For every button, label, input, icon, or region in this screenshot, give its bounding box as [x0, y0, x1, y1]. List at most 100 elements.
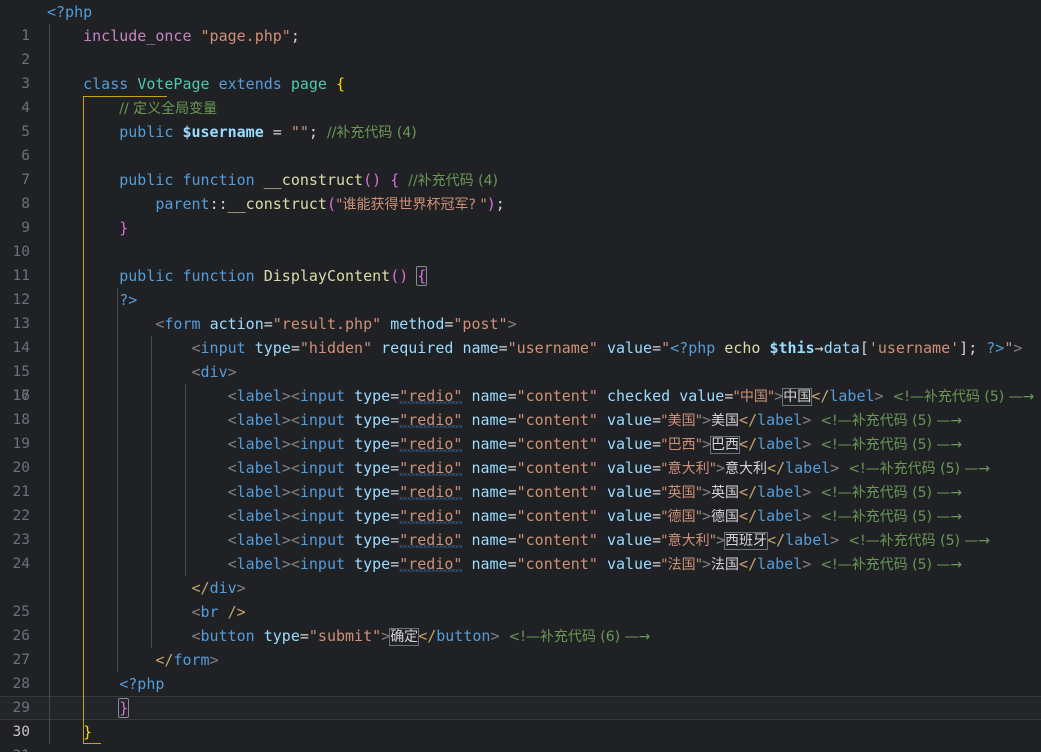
line-number: 17: [12, 388, 30, 404]
token-equals: =: [652, 411, 662, 429]
code-line[interactable]: 9 parent::__construct("谁能获得世界杯冠军? ");: [0, 192, 1041, 236]
token-attr-value-redio: "redio": [399, 531, 463, 549]
token-angle-open: <: [290, 555, 300, 573]
token-attr-value: "content": [516, 483, 598, 501]
token-attr-value-name: value: [679, 387, 725, 405]
token-attr-type: type: [254, 339, 291, 357]
token-angle-close: >: [281, 435, 291, 453]
code-line[interactable]: 22 <label><input type="redio" name="cont…: [0, 504, 1041, 528]
token-angle-close: >: [236, 579, 246, 597]
code-editor[interactable]: 1 <?php 2 include_once "page.php"; 3 4 c…: [0, 0, 1041, 752]
code-line[interactable]: 1 <?php: [0, 0, 1041, 44]
code-line[interactable]: 18 <label><input type="redio" name="cont…: [0, 408, 1041, 432]
code-line[interactable]: 2 include_once "page.php";: [0, 24, 1041, 68]
token-equals: =: [507, 435, 517, 453]
line-content: <div>: [47, 360, 237, 384]
token-angle-close: >: [702, 507, 712, 525]
token-radio-label: 美国: [711, 413, 740, 429]
token-tag-div: div: [209, 579, 237, 597]
token-parens: (): [390, 267, 409, 285]
token-closing-slash: </: [191, 579, 210, 597]
token-array-key: 'username': [868, 339, 960, 357]
code-line[interactable]: 25 </div>: [0, 576, 1041, 620]
token-attr-value-name: value: [606, 483, 653, 501]
token-angle-close: >: [774, 387, 784, 405]
code-line-active[interactable]: 30 }: [0, 696, 1041, 740]
token-attr-checked: checked: [606, 387, 671, 405]
token-attr-name: name: [471, 531, 508, 549]
code-line[interactable]: 16 <div>: [0, 360, 1041, 404]
line-content: include_once "page.php";: [47, 24, 300, 48]
token-angle-close: >: [281, 387, 291, 405]
token-attr-type: type: [263, 627, 300, 645]
code-line[interactable]: 14 <form action="result.php" method="pos…: [0, 312, 1041, 356]
code-line[interactable]: 4 class VotePage extends page {: [0, 72, 1041, 116]
token-attr-value: "content": [516, 411, 598, 429]
code-line[interactable]: 13 ?>: [0, 288, 1041, 332]
code-line[interactable]: 11: [0, 240, 1041, 284]
code-line[interactable]: 20 <label><input type="redio" name="cont…: [0, 456, 1041, 480]
code-line[interactable]: 24 <label><input type="redio" name="cont…: [0, 552, 1041, 576]
token-comment: <!—补充代码 (5) —→: [892, 389, 1035, 405]
token-angle-close: >: [381, 627, 391, 645]
code-line[interactable]: 19 <label><input type="redio" name="cont…: [0, 432, 1041, 456]
code-line[interactable]: 6 public $username = ""; //补充代码 (4): [0, 120, 1041, 164]
token-closing-slash: </: [739, 507, 758, 525]
line-content: <label><input type="redio" name="content…: [47, 432, 962, 457]
token-closing-slash: </: [739, 483, 758, 501]
token-function-keyword: function: [182, 171, 255, 189]
token-closing-slash: </: [767, 531, 786, 549]
token-radio-label: 巴西: [710, 436, 741, 454]
token-string: "page.php": [200, 27, 291, 45]
token-attr-value-name: value: [606, 435, 653, 453]
code-line[interactable]: 10 }: [0, 216, 1041, 260]
code-line[interactable]: 3: [0, 48, 1041, 92]
code-line[interactable]: 27 <button type="submit">确定</button> <!—…: [0, 624, 1041, 668]
token-comment: <!—补充代码 (5) —→: [848, 533, 991, 549]
code-line[interactable]: 8 public function __construct() { //补充代码…: [0, 168, 1041, 212]
token-radio-value: "巴西": [661, 437, 703, 453]
token-radio-label: 德国: [711, 509, 740, 525]
line-content: </form>: [47, 648, 219, 672]
line-content: <input type="hidden" required name="user…: [47, 336, 1023, 360]
token-radio-value: "意大利": [661, 461, 717, 477]
token-equals: =: [507, 531, 517, 549]
line-content: public function DisplayContent() {: [47, 264, 428, 288]
token-angle-close: >: [802, 555, 812, 573]
line-content: <form action="result.php" method="post">: [47, 312, 516, 336]
token-php-close: ?>: [986, 339, 1005, 357]
token-attr-type: type: [354, 555, 391, 573]
token-self-close: />: [227, 603, 246, 621]
code-line[interactable]: 12 public function DisplayContent() {: [0, 264, 1041, 308]
code-line[interactable]: 26 <br />: [0, 600, 1041, 644]
token-tag-input: input: [299, 531, 346, 549]
token-comment: // 定义全局变量: [119, 101, 218, 117]
code-line[interactable]: 7: [0, 144, 1041, 188]
code-line[interactable]: 15 <input type="hidden" required name="u…: [0, 336, 1041, 380]
token-tag-input: input: [299, 507, 346, 525]
token-attr-method: method: [390, 315, 445, 333]
code-line[interactable]: 17 <label><input type="redio" name="cont…: [0, 384, 1041, 408]
code-line[interactable]: 21 <label><input type="redio" name="cont…: [0, 480, 1041, 504]
code-line[interactable]: 23 <label><input type="redio" name="cont…: [0, 528, 1041, 552]
token-angle-open: <: [227, 507, 237, 525]
token-attr-value-name: value: [606, 507, 653, 525]
code-line[interactable]: 5 // 定义全局变量: [0, 96, 1041, 140]
token-radio-value: "英国": [661, 485, 703, 501]
code-line[interactable]: 29 <?php: [0, 672, 1041, 716]
token-tag-button: button: [200, 627, 255, 645]
token-button-label: 确定: [389, 628, 420, 646]
code-line[interactable]: 31 }: [0, 720, 1041, 752]
token-angle-close: >: [716, 459, 726, 477]
token-comment: <!—补充代码 (5) —→: [820, 557, 963, 573]
token-attr-value-redio: "redio": [399, 459, 463, 477]
token-equals: =: [263, 315, 273, 333]
token-attr-value: "content": [516, 387, 598, 405]
token-attr-name: name: [462, 339, 499, 357]
token-angle-close: >: [209, 651, 219, 669]
token-angle-close: >: [281, 555, 291, 573]
code-line[interactable]: 28 </form>: [0, 648, 1041, 692]
line-content: <label><input type="redio" name="content…: [47, 456, 991, 481]
token-variable: $username: [182, 123, 264, 141]
line-number: 19: [12, 436, 30, 452]
